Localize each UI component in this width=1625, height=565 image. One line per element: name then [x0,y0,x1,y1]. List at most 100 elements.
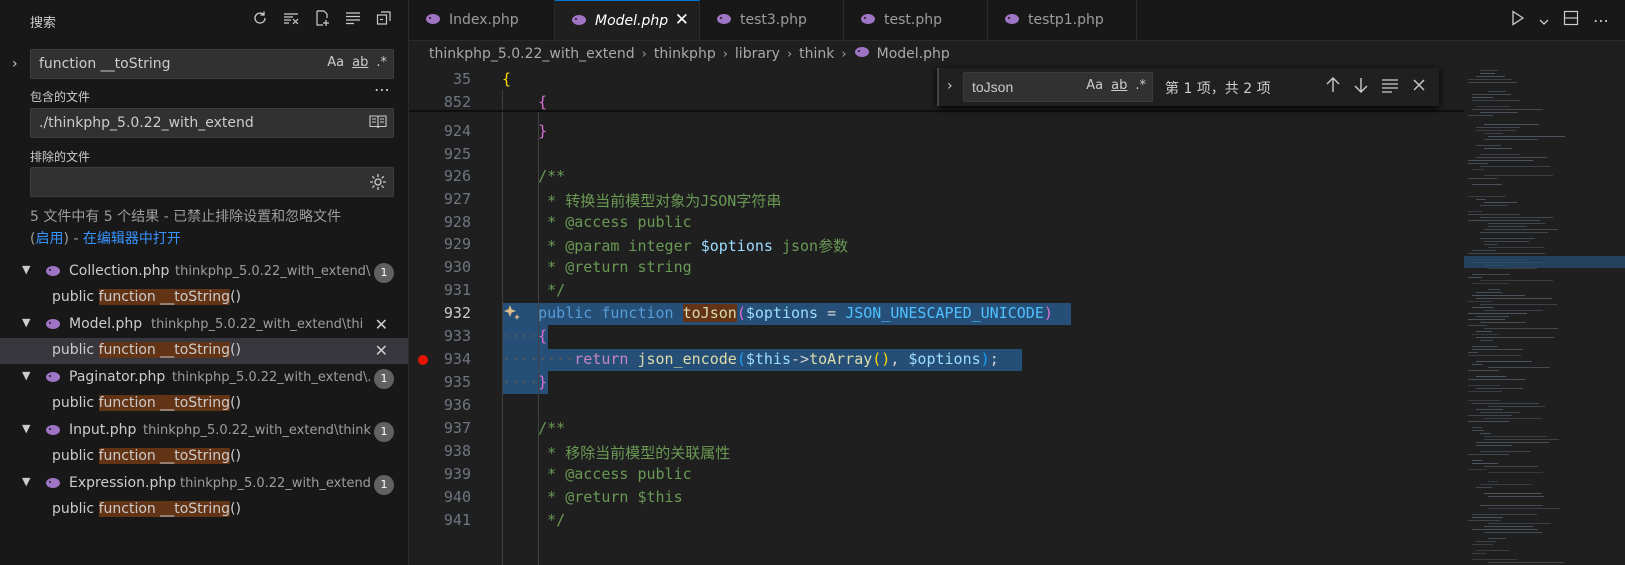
enable-link[interactable]: 启用 [35,231,63,247]
match-whole-word-icon[interactable]: ab [352,55,368,70]
result-file-input[interactable]: ▼ Input.php thinkphp_5.0.22_with_extend\… [0,418,408,444]
result-file-expression[interactable]: ▼ Expression.php thinkphp_5.0.22_with_ex… [0,471,408,497]
code-line: * @param integer $options json参数 [502,235,848,256]
result-match-line[interactable]: public function __toString() [0,391,408,417]
find-match-count: 第 1 项，共 2 项 [1165,81,1271,97]
minimap-line [1472,559,1517,560]
use-regex-icon[interactable]: .* [1135,78,1146,93]
minimap[interactable] [1464,68,1625,565]
toggle-replace-chevron-icon[interactable]: › [947,78,953,94]
tab-test-php[interactable]: test.php [844,0,988,40]
more-options-icon[interactable]: ⋯ [374,80,390,99]
php-file-icon [571,14,587,30]
next-match-arrow-down-icon[interactable] [1353,76,1369,98]
include-files-value: ./thinkphp_5.0.22_with_extend [39,115,254,131]
collapse-all-icon[interactable] [374,8,394,28]
sparkle-icon[interactable] [502,303,522,327]
previous-match-arrow-up-icon[interactable] [1325,76,1341,98]
run-play-icon[interactable] [1511,10,1525,30]
find-in-selection-icon[interactable] [1381,76,1399,98]
expand-chevron-icon[interactable]: ▼ [22,369,30,382]
result-file-collection[interactable]: ▼ Collection.php thinkphp_5.0.22_with_ex… [0,259,408,285]
minimap-line [1480,112,1518,113]
split-editor-icon[interactable] [1563,10,1579,30]
match-highlight: function __toString [98,342,231,358]
minimap-line [1472,307,1493,308]
minimap-line [1476,337,1554,338]
minimap-line [1472,553,1486,554]
new-search-editor-icon[interactable] [312,8,332,28]
search-open-editors-icon[interactable] [369,114,387,134]
result-match-line[interactable]: public function __toString() [0,444,408,470]
minimap-line [1484,493,1542,494]
match-prefix: public [52,501,99,517]
toggle-replace-chevron-icon[interactable]: › [12,56,18,72]
expand-chevron-icon[interactable]: ▼ [22,422,30,435]
use-exclude-settings-gear-icon[interactable] [369,173,387,195]
minimap-line [1480,232,1548,233]
minimap-line [1472,274,1510,275]
minimap-line [1468,421,1509,422]
match-case-icon[interactable]: Aa [327,55,344,70]
match-prefix: public [52,289,99,305]
more-actions-icon[interactable]: ⋯ [1593,11,1609,30]
result-match-line-selected[interactable]: public function __toString() ✕ [0,338,408,364]
view-as-tree-icon[interactable] [343,8,363,28]
refresh-icon[interactable] [250,8,270,28]
close-find-icon[interactable] [1411,76,1427,98]
result-match-line[interactable]: public function __toString() [0,285,408,311]
expand-chevron-icon[interactable]: ▼ [22,316,30,329]
minimap-line [1468,385,1500,386]
tab-label: test.php [884,12,942,28]
tab-close-icon[interactable]: ✕ [675,10,689,30]
match-whole-word-icon[interactable]: ab [1111,78,1127,93]
clear-results-icon[interactable] [281,8,301,28]
exclude-files-input[interactable] [30,167,394,197]
minimap-line [1476,331,1492,332]
minimap-line [1480,412,1520,413]
include-files-input[interactable]: ./thinkphp_5.0.22_with_extend [30,108,394,138]
run-dropdown-chevron-icon[interactable] [1539,11,1549,30]
minimap-line [1480,322,1526,323]
result-file-model[interactable]: ▼ Model.php thinkphp_5.0.22_with_extend\… [0,312,408,338]
minimap-line [1488,523,1551,524]
result-match-line[interactable]: public function __toString() [0,497,408,523]
match-case-icon[interactable]: Aa [1086,78,1103,93]
minimap-slider[interactable] [1464,256,1625,268]
minimap-line [1480,205,1508,206]
search-input[interactable]: function __toString Aa ab .* [30,49,394,79]
line-number: 852 [443,93,471,111]
minimap-line [1476,445,1512,446]
minimap-line [1480,166,1550,167]
expand-chevron-icon[interactable]: ▼ [22,263,30,276]
breadcrumb-item[interactable]: thinkphp_5.0.22_with_extend [429,46,635,62]
breadcrumb-item[interactable]: library [735,46,780,62]
minimap-line [1476,298,1552,299]
use-regex-icon[interactable]: .* [376,55,387,70]
open-in-editor-link[interactable]: 在编辑器中打开 [83,231,181,247]
minimap-line [1488,496,1544,497]
breadcrumb-item[interactable]: think [799,46,834,62]
code-editor[interactable]: 35 852 924 925 926 927 928 929 930 931 9… [409,68,1464,565]
result-file-name: Model.php [69,316,143,332]
find-input[interactable]: toJson Aa ab .* [963,72,1153,102]
breadcrumb-item[interactable]: thinkphp [654,46,716,62]
tab-model-php[interactable]: Model.php ✕ [555,0,700,40]
dismiss-result-close-icon[interactable]: ✕ [375,315,388,334]
php-file-icon [45,265,61,281]
line-number: 927 [443,190,471,208]
minimap-line [1480,70,1498,71]
minimap-line [1468,400,1500,401]
code-line: { [502,70,512,88]
tab-testp1-php[interactable]: testp1.php [988,0,1137,40]
breakpoint-icon[interactable] [418,355,428,365]
minimap-line [1488,289,1500,290]
minimap-line [1480,154,1520,155]
tab-index-php[interactable]: Index.php [409,0,555,40]
breadcrumb-item[interactable]: Model.php [877,46,950,62]
tab-test3-php[interactable]: test3.php [700,0,844,40]
match-highlight: function __toString [98,395,231,411]
expand-chevron-icon[interactable]: ▼ [22,475,30,488]
result-file-paginator[interactable]: ▼ Paginator.php thinkphp_5.0.22_with_ext… [0,365,408,391]
dismiss-match-close-icon[interactable]: ✕ [375,341,388,360]
